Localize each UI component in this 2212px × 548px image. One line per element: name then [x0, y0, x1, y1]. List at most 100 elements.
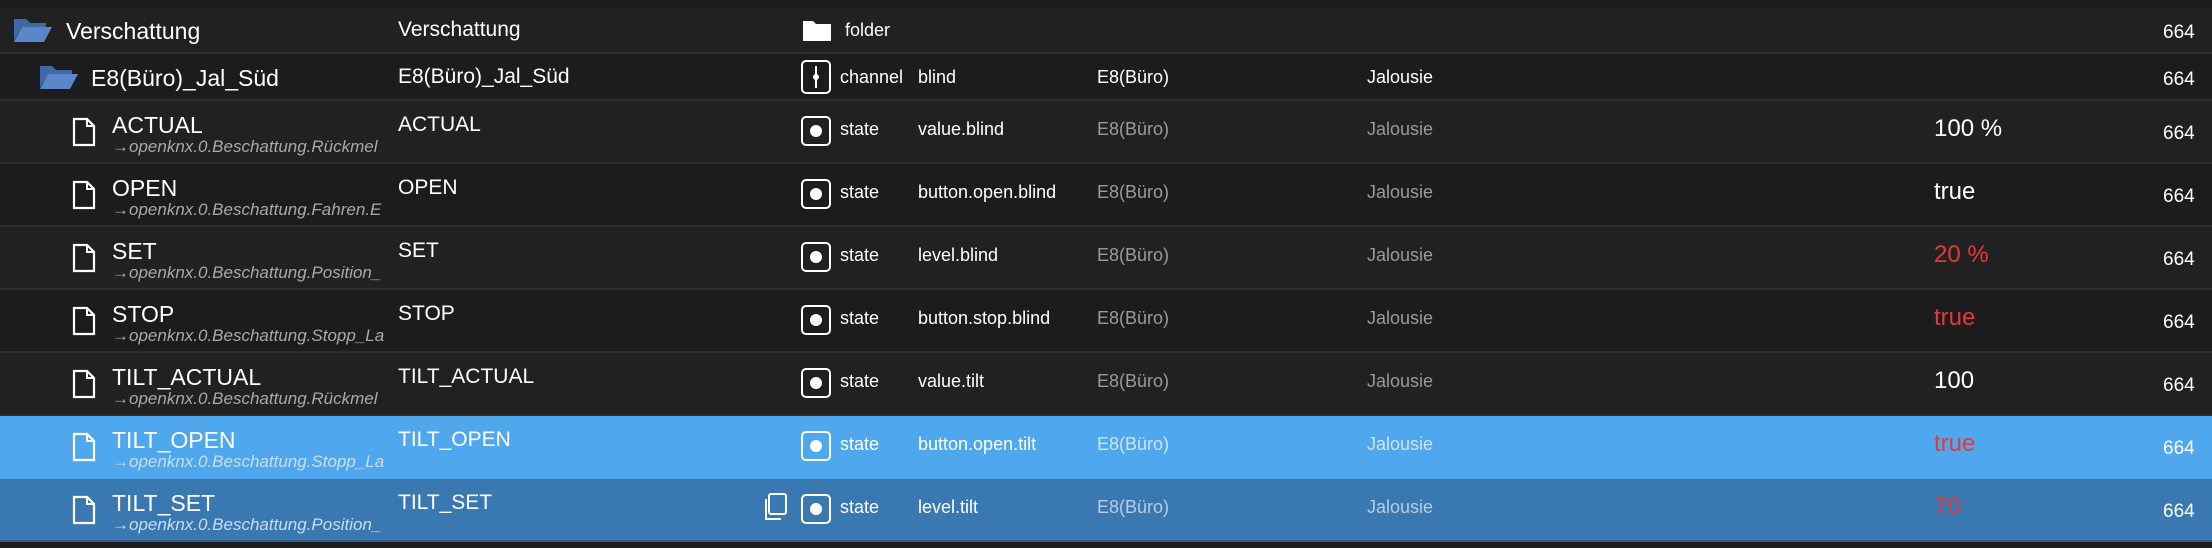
object-name[interactable]: TILT_ACTUAL — [112, 364, 261, 391]
object-display-name: ACTUAL — [398, 113, 481, 136]
file-icon — [72, 369, 96, 399]
object-name[interactable]: SET — [112, 238, 157, 265]
object-room[interactable]: E8(Büro) — [1097, 371, 1169, 392]
object-function[interactable]: Jalousie — [1367, 245, 1433, 266]
object-type: state — [840, 371, 880, 391]
folder-open-icon[interactable] — [38, 62, 78, 90]
file-icon — [72, 306, 96, 336]
object-function[interactable]: Jalousie — [1367, 497, 1433, 518]
state-icon — [801, 368, 831, 398]
state-value[interactable]: 100 % — [1934, 115, 2002, 143]
object-room[interactable]: E8(Büro) — [1097, 497, 1169, 518]
state-icon — [801, 242, 831, 272]
object-name[interactable]: OPEN — [112, 175, 177, 202]
table-row[interactable]: TILT_ACTUAL →openknx.0.Beschattung.Rückme… — [0, 353, 2212, 416]
object-display-name: TILT_SET — [398, 491, 493, 514]
object-room[interactable]: E8(Büro) — [1097, 182, 1169, 203]
table-row[interactable]: ACTUAL →openknx.0.Beschattung.Rückmel ACTU… — [0, 101, 2212, 164]
object-room[interactable]: E8(Büro) — [1097, 119, 1169, 140]
object-type: state — [840, 245, 880, 265]
object-type: state — [840, 308, 880, 328]
object-function[interactable]: Jalousie — [1367, 308, 1433, 329]
object-type: folder — [845, 20, 891, 40]
folder-icon — [802, 18, 832, 42]
file-icon — [72, 495, 96, 525]
state-icon — [801, 116, 831, 146]
table-row[interactable]: TILT_OPEN →openknx.0.Beschattung.Stopp_La… — [0, 416, 2212, 479]
object-alias: →openknx.0.Beschattung.Position_ — [112, 515, 382, 534]
object-function[interactable]: Jalousie — [1367, 434, 1433, 455]
object-display-name: OPEN — [398, 176, 458, 199]
object-alias: →openknx.0.Beschattung.Rückmel — [112, 137, 378, 156]
object-name[interactable]: STOP — [112, 301, 174, 328]
object-type: state — [840, 434, 880, 454]
file-icon — [72, 432, 96, 462]
permission: 664 — [2163, 438, 2195, 459]
object-type: state — [840, 182, 880, 202]
object-function[interactable]: Jalousie — [1367, 182, 1433, 203]
object-name[interactable]: TILT_SET — [112, 490, 215, 517]
object-alias: →openknx.0.Beschattung.Stopp_La — [112, 326, 385, 345]
object-room[interactable]: E8(Büro) — [1097, 308, 1169, 329]
object-room[interactable]: E8(Büro) — [1097, 245, 1169, 266]
table-row[interactable]: E8(Büro)_Jal_Süd E8(Büro)_Jal_Süd channe… — [0, 54, 2212, 101]
state-value[interactable]: 100 — [1934, 367, 1974, 395]
permission: 664 — [2163, 375, 2195, 396]
state-value[interactable]: 70 — [1934, 493, 1961, 521]
object-role: value.blind — [918, 119, 1005, 139]
object-display-name: TILT_OPEN — [398, 428, 511, 451]
table-row[interactable]: Verschattung Verschattung folder 664 — [0, 8, 2212, 54]
file-icon — [72, 117, 96, 147]
object-role: value.tilt — [918, 371, 985, 391]
state-icon — [801, 494, 831, 524]
permission: 664 — [2163, 22, 2195, 43]
object-name[interactable]: E8(Büro)_Jal_Süd — [91, 65, 279, 92]
copy-icon[interactable] — [762, 492, 788, 522]
folder-open-icon[interactable] — [12, 15, 52, 43]
object-display-name: SET — [398, 239, 439, 262]
file-icon — [72, 243, 96, 273]
object-type: state — [840, 497, 880, 517]
object-alias: →openknx.0.Beschattung.Fahren.E — [112, 200, 382, 219]
object-function[interactable]: Jalousie — [1367, 119, 1433, 140]
state-icon — [801, 431, 831, 461]
object-function[interactable]: Jalousie — [1367, 371, 1433, 392]
state-icon — [801, 179, 831, 209]
state-value[interactable]: true — [1934, 178, 1975, 206]
state-value[interactable]: true — [1934, 430, 1975, 458]
object-display-name: STOP — [398, 302, 455, 325]
table-row[interactable]: TILT_SET →openknx.0.Beschattung.Position_… — [0, 479, 2212, 542]
object-role: level.tilt — [918, 497, 979, 517]
permission: 664 — [2163, 186, 2195, 207]
object-function[interactable]: Jalousie — [1367, 67, 1433, 88]
table-row[interactable]: SET →openknx.0.Beschattung.Position_ SET st… — [0, 227, 2212, 290]
permission: 664 — [2163, 123, 2195, 144]
object-alias: →openknx.0.Beschattung.Position_ — [112, 263, 382, 282]
permission: 664 — [2163, 69, 2195, 90]
object-role: button.stop.blind — [918, 308, 1051, 328]
object-tree-table: Verschattung Verschattung folder 664 E8(… — [0, 0, 2212, 548]
permission: 664 — [2163, 249, 2195, 270]
object-room[interactable]: E8(Büro) — [1097, 67, 1169, 88]
object-role: blind — [918, 67, 957, 87]
object-name[interactable]: TILT_OPEN — [112, 427, 236, 454]
object-alias: →openknx.0.Beschattung.Rückmel — [112, 389, 378, 408]
table-row[interactable]: OPEN →openknx.0.Beschattung.Fahren.E OPEN s… — [0, 164, 2212, 227]
object-room[interactable]: E8(Büro) — [1097, 434, 1169, 455]
file-icon — [72, 180, 96, 210]
object-display-name: TILT_ACTUAL — [398, 365, 535, 388]
permission: 664 — [2163, 501, 2195, 522]
permission: 664 — [2163, 312, 2195, 333]
object-alias: →openknx.0.Beschattung.Stopp_La — [112, 452, 385, 471]
object-name[interactable]: ACTUAL — [112, 112, 203, 139]
object-type: channel — [840, 67, 904, 87]
state-value[interactable]: 20 % — [1934, 241, 1989, 269]
object-type: state — [840, 119, 880, 139]
table-row[interactable]: STOP →openknx.0.Beschattung.Stopp_La STOP s… — [0, 290, 2212, 353]
state-value[interactable]: true — [1934, 304, 1975, 332]
object-role: button.open.tilt — [918, 434, 1037, 454]
object-display-name: Verschattung — [398, 18, 521, 41]
object-name[interactable]: Verschattung — [66, 18, 200, 45]
object-role: button.open.blind — [918, 182, 1057, 202]
channel-icon — [801, 60, 831, 94]
